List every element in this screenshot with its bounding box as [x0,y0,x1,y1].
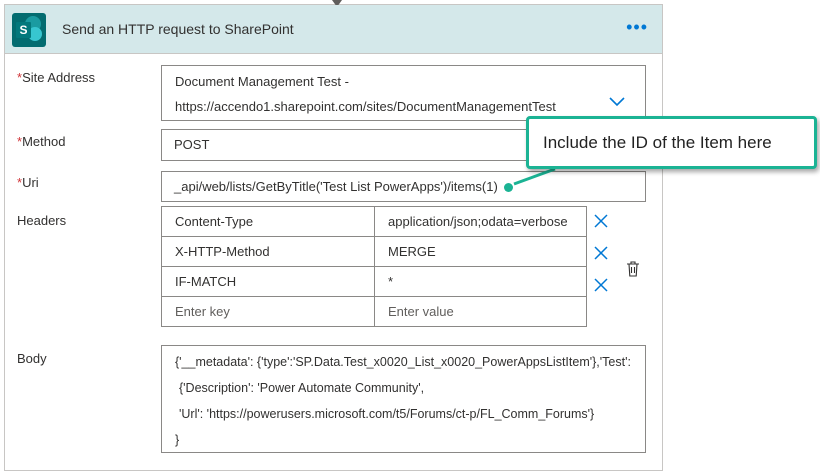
chevron-down-icon[interactable] [609,97,625,107]
uri-label: *Uri [17,175,39,190]
body-line: {'__metadata': {'type':'SP.Data.Test_x00… [175,355,631,369]
uri-input[interactable]: _api/web/lists/GetByTitle('Test List Pow… [161,171,646,202]
sharepoint-logo-icon: S [12,13,46,47]
callout-anchor-dot [503,183,513,192]
header-value-placeholder[interactable]: Enter value [374,296,587,327]
body-line: 'Url': 'https://powerusers.microsoft.com… [179,407,595,421]
header-row: X-HTTP-Method MERGE [161,236,587,267]
more-options-icon[interactable]: ••• [626,17,648,38]
action-title: Send an HTTP request to SharePoint [62,21,294,37]
header-row-empty: Enter key Enter value [161,296,587,327]
header-key-input[interactable]: IF-MATCH [161,266,375,297]
close-icon[interactable] [594,246,608,260]
body-textarea[interactable]: {'__metadata': {'type':'SP.Data.Test_x00… [161,345,646,453]
close-icon[interactable] [594,214,608,228]
body-line: {'Description': 'Power Automate Communit… [179,381,425,395]
site-address-url: https://accendo1.sharepoint.com/sites/Do… [175,99,556,114]
header-value-input[interactable]: MERGE [374,236,587,267]
headers-label: Headers [17,213,67,228]
trash-icon[interactable] [625,260,641,278]
header-value-input[interactable]: application/json;odata=verbose [374,206,587,237]
body-line: } [175,433,180,447]
method-label: *Method [17,134,66,149]
header-key-input[interactable]: X-HTTP-Method [161,236,375,267]
header-row: Content-Type application/json;odata=verb… [161,206,587,237]
header-value-input[interactable]: * [374,266,587,297]
header-key-placeholder[interactable]: Enter key [161,296,375,327]
close-icon[interactable] [594,278,608,292]
site-address-label: *Site Address [17,70,96,85]
action-header[interactable]: S Send an HTTP request to SharePoint ••• [5,5,662,54]
header-row: IF-MATCH * [161,266,587,297]
site-address-name: Document Management Test - [175,74,349,89]
headers-table: Content-Type application/json;odata=verb… [161,206,587,327]
site-address-dropdown[interactable]: Document Management Test - https://accen… [161,65,646,121]
body-label: Body [17,351,47,366]
annotation-callout: Include the ID of the Item here [526,116,817,169]
http-request-action-card: S Send an HTTP request to SharePoint •••… [4,0,663,471]
header-key-input[interactable]: Content-Type [161,206,375,237]
uri-value: _api/web/lists/GetByTitle('Test List Pow… [174,179,498,194]
